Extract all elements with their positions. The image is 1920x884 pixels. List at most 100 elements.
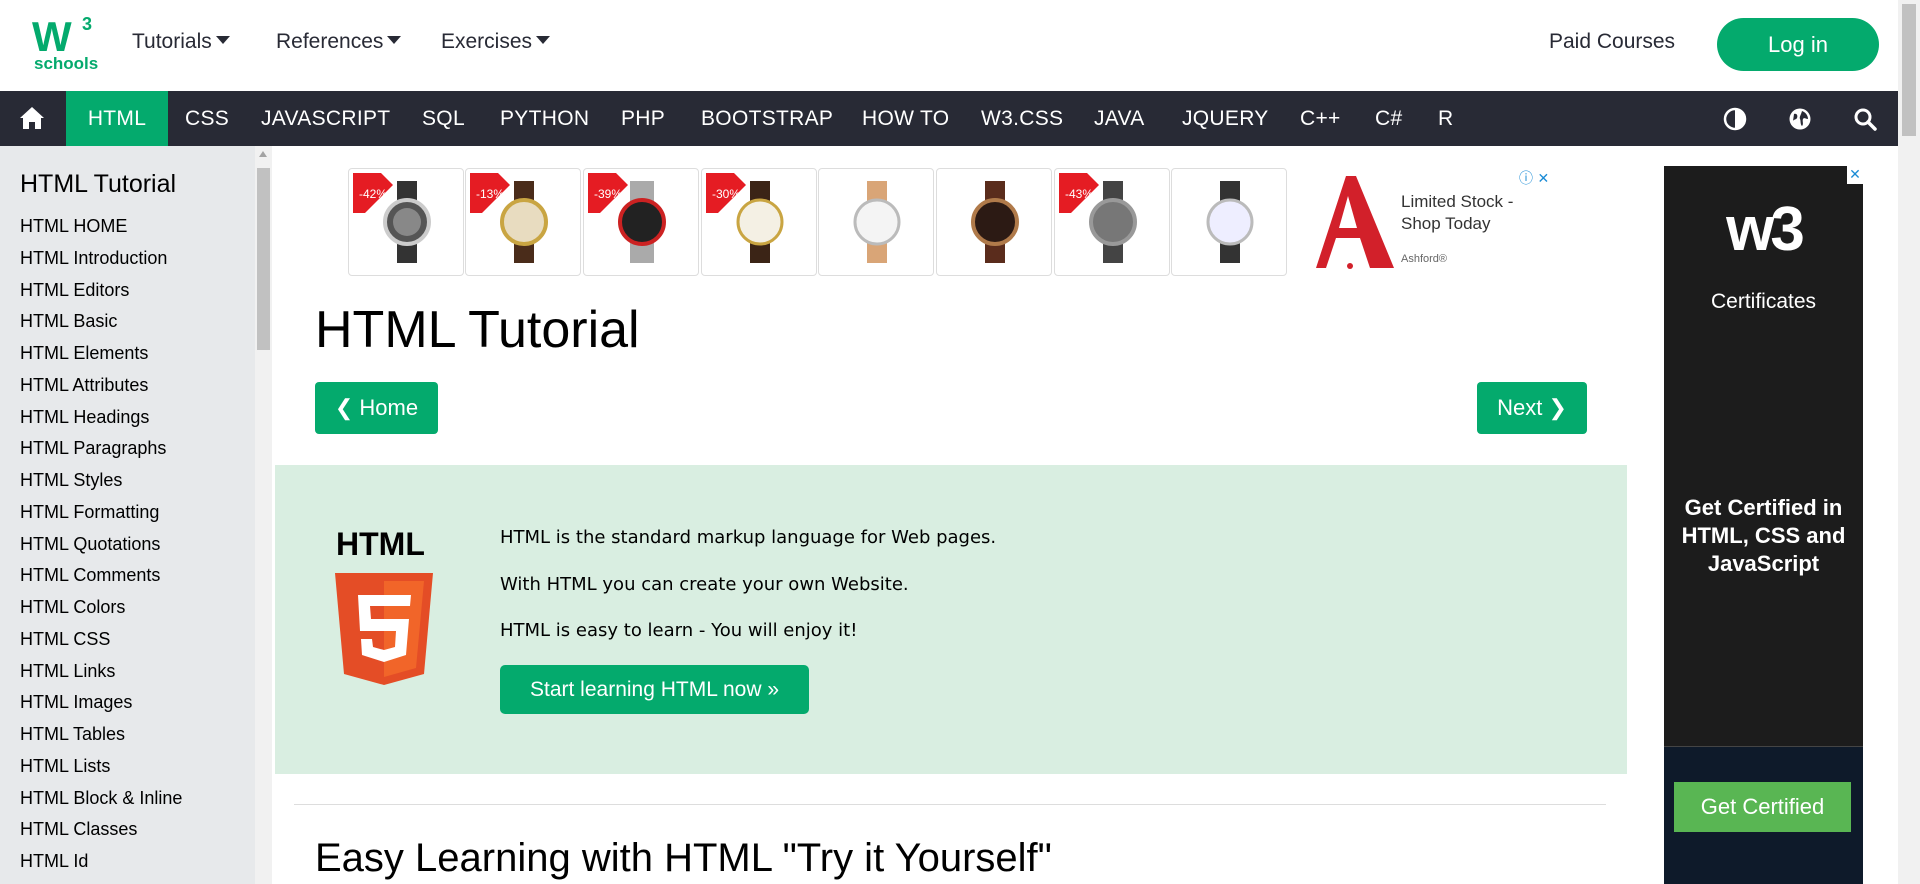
w3schools-logo[interactable]: W 3 schools: [32, 14, 98, 74]
ad-headline: Get Certified in HTML, CSS and JavaScrip…: [1681, 495, 1846, 576]
watch-image: [853, 181, 901, 263]
references-label: References: [276, 30, 384, 53]
dark-mode-button[interactable]: [1717, 91, 1753, 146]
watch-ad-item[interactable]: [936, 168, 1052, 276]
watch-image: [618, 181, 666, 263]
info-icon[interactable]: ⓘ: [1519, 171, 1533, 187]
top-header: W 3 schools Tutorials References Exercis…: [0, 0, 1920, 91]
sidebar-item-html-block-inline[interactable]: HTML Block & Inline: [20, 788, 182, 809]
sidebar-item-html-colors[interactable]: HTML Colors: [20, 597, 125, 618]
watch-ad-item[interactable]: -43%: [1054, 168, 1170, 276]
certificates-ad[interactable]: ✕ w3 Certificates Get Certified in HTML,…: [1664, 166, 1863, 884]
sidebar-item-html-lists[interactable]: HTML Lists: [20, 756, 110, 777]
page-scrollbar-thumb[interactable]: [1902, 4, 1916, 136]
sidebar-item-html-classes[interactable]: HTML Classes: [20, 819, 137, 840]
sidebar-item-html-quotations[interactable]: HTML Quotations: [20, 534, 160, 555]
watch-ad-item[interactable]: -39%: [583, 168, 699, 276]
tutorials-label: Tutorials: [132, 30, 212, 53]
sidebar-item-html-id[interactable]: HTML Id: [20, 851, 88, 872]
sidebar-item-html-links[interactable]: HTML Links: [20, 661, 115, 682]
sidebar-item-html-editors[interactable]: HTML Editors: [20, 280, 129, 301]
page-title: HTML Tutorial: [315, 301, 640, 359]
search-button[interactable]: [1847, 91, 1883, 146]
watch-ad-item[interactable]: -30%: [701, 168, 817, 276]
paid-courses-link[interactable]: Paid Courses: [1549, 30, 1675, 54]
nav-w3css[interactable]: W3.CSS: [981, 91, 1063, 146]
section-title: Easy Learning with HTML "Try it Yourself…: [315, 836, 1052, 880]
watch-ad-item[interactable]: -42%: [348, 168, 464, 276]
close-icon[interactable]: ✕: [1537, 171, 1549, 187]
nav-java[interactable]: JAVA: [1094, 91, 1145, 146]
home-button[interactable]: ❮ Home: [315, 382, 438, 434]
ad-w3-logo: w3: [1726, 195, 1805, 264]
sidebar-item-html-basic[interactable]: HTML Basic: [20, 311, 117, 332]
watch-image: [500, 181, 548, 263]
section-divider: [294, 804, 1606, 805]
ad-choices[interactable]: ⓘ ✕: [1519, 168, 1549, 188]
nav-cpp[interactable]: C++: [1300, 91, 1341, 146]
intro-line: With HTML you can create your own Websit…: [500, 574, 909, 595]
nav-css[interactable]: CSS: [185, 91, 229, 146]
tutorials-menu[interactable]: Tutorials: [132, 30, 230, 54]
sidebar-scrollbar-thumb[interactable]: [257, 168, 270, 350]
intro-line: HTML is the standard markup language for…: [500, 527, 997, 548]
nav-r[interactable]: R: [1438, 91, 1453, 146]
next-button[interactable]: Next ❯: [1477, 382, 1587, 434]
sidebar-item-html-elements[interactable]: HTML Elements: [20, 343, 148, 364]
sidebar-item-html-formatting[interactable]: HTML Formatting: [20, 502, 159, 523]
sidebar-item-html-tables[interactable]: HTML Tables: [20, 724, 125, 745]
sidebar-scrollbar[interactable]: [255, 146, 272, 884]
nav-bootstrap[interactable]: BOOTSTRAP: [701, 91, 833, 146]
sidebar-item-html-attributes[interactable]: HTML Attributes: [20, 375, 148, 396]
caret-down-icon: [215, 36, 230, 45]
logo-superscript: 3: [82, 14, 93, 34]
intro-line: HTML is easy to learn - You will enjoy i…: [500, 620, 858, 641]
sidebar-item-html-styles[interactable]: HTML Styles: [20, 470, 122, 491]
exercises-menu[interactable]: Exercises: [441, 30, 551, 54]
html5-label: HTML: [336, 526, 425, 562]
caret-down-icon: [387, 36, 402, 45]
exercises-label: Exercises: [441, 30, 533, 53]
start-learning-button[interactable]: Start learning HTML now »: [500, 665, 809, 714]
watch-ad-item[interactable]: -13%: [465, 168, 581, 276]
ad-brand-name: Ashford®: [1401, 253, 1448, 265]
sidebar-item-html-paragraphs[interactable]: HTML Paragraphs: [20, 438, 166, 459]
watch-ad-item[interactable]: [818, 168, 934, 276]
sidebar-item-html-headings[interactable]: HTML Headings: [20, 407, 149, 428]
watch-image: [736, 181, 784, 263]
nav-jquery[interactable]: JQUERY: [1182, 91, 1269, 146]
sidebar: HTML Tutorial HTML HOME HTML Introductio…: [0, 146, 255, 884]
page-scrollbar[interactable]: [1898, 0, 1920, 884]
nav-how-to[interactable]: HOW TO: [862, 91, 949, 146]
ashford-logo-icon[interactable]: [1298, 172, 1398, 272]
watch-ad-banner[interactable]: -42% -13% -39% -30% -43%: [348, 168, 1287, 276]
get-certified-button[interactable]: Get Certified: [1674, 782, 1851, 832]
scroll-up-arrow-icon[interactable]: [259, 151, 267, 157]
nav-php[interactable]: PHP: [621, 91, 665, 146]
watch-image: [971, 181, 1019, 263]
nav-sql[interactable]: SQL: [422, 91, 465, 146]
sidebar-item-html-css[interactable]: HTML CSS: [20, 629, 110, 650]
caret-down-icon: [536, 36, 551, 45]
ad-close-icon[interactable]: ✕: [1847, 166, 1863, 184]
globe-icon: [1789, 108, 1811, 129]
ad-text[interactable]: Limited Stock - Shop Today: [1401, 191, 1541, 235]
html5-shield-icon: [335, 573, 433, 685]
home-icon: [20, 107, 44, 129]
nav-python[interactable]: PYTHON: [500, 91, 589, 146]
nav-javascript[interactable]: JAVASCRIPT: [261, 91, 390, 146]
sidebar-item-html-images[interactable]: HTML Images: [20, 692, 132, 713]
ad-certificates-label: Certificates: [1710, 290, 1817, 313]
nav-csharp[interactable]: C#: [1375, 91, 1402, 146]
sidebar-title: HTML Tutorial: [20, 170, 177, 198]
references-menu[interactable]: References: [276, 30, 402, 54]
login-button[interactable]: Log in: [1717, 18, 1879, 71]
home-nav-button[interactable]: [0, 91, 64, 146]
main-nav-bar: HTML CSS JAVASCRIPT SQL PYTHON PHP BOOTS…: [0, 91, 1898, 146]
sidebar-item-html-home[interactable]: HTML HOME: [20, 216, 127, 237]
translate-button[interactable]: [1782, 91, 1818, 146]
sidebar-item-html-introduction[interactable]: HTML Introduction: [20, 248, 167, 269]
sidebar-item-html-comments[interactable]: HTML Comments: [20, 565, 160, 586]
watch-ad-item[interactable]: [1171, 168, 1287, 276]
nav-html[interactable]: HTML: [66, 91, 168, 146]
